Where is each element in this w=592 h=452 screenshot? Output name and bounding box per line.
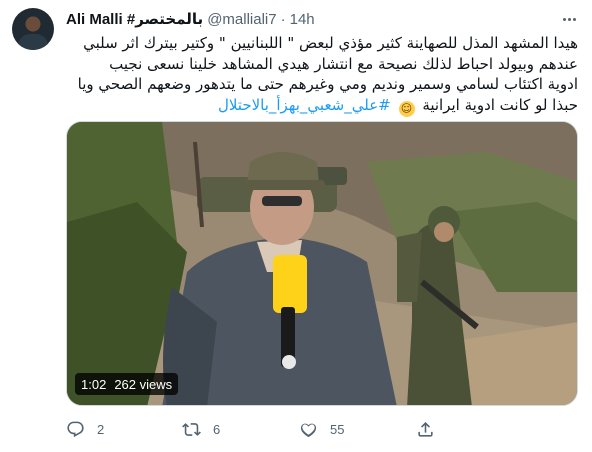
retweet-button[interactable]: 6 (182, 418, 220, 440)
tweet-actions: 2 6 55 (66, 418, 506, 440)
tweet-text-line: ادوية اكتئاب لسامي وسمير ونديم ومي وغيره… (77, 75, 578, 93)
retweet-count: 6 (213, 421, 221, 437)
reply-count: 2 (97, 421, 105, 437)
heart-icon (300, 423, 317, 437)
like-count: 55 (330, 421, 345, 437)
share-icon (418, 421, 433, 437)
retweet-icon (182, 422, 201, 436)
video-frame (67, 122, 577, 405)
share-button[interactable] (416, 418, 447, 440)
avatar-figure (18, 34, 48, 50)
author-handle[interactable]: @malliali7 (207, 11, 276, 28)
timestamp[interactable]: 14h (290, 11, 315, 28)
tweet-text: هيدا المشهد المذل للصهاينة كثير مؤذي لبع… (66, 33, 578, 117)
video-duration-badge: 1:02 262 views (75, 373, 179, 395)
tweet-header: Ali Malli #بالمختصر @malliali7 · 14h (66, 9, 580, 29)
reply-button[interactable]: 2 (66, 418, 104, 440)
tweet-text-tail: حبذا لو كانت ادوية ايرانية (422, 95, 578, 114)
tweet-text-line: هيدا المشهد المذل للصهاينة كثير مؤذي لبع… (83, 34, 578, 52)
reply-icon (67, 421, 84, 437)
avatar[interactable] (12, 8, 54, 50)
like-button[interactable]: 55 (299, 418, 344, 440)
hashtag-link[interactable]: #علي_شعبي_بهزأ_بالاحتلال (218, 96, 391, 114)
tweet-text-line-last: حبذا لو كانت ادوية ايرانية ☺ #علي_شعبي_ب… (66, 95, 578, 117)
video-player[interactable]: 1:02 262 views (66, 121, 578, 406)
video-views: 262 views (114, 376, 173, 392)
smiling-face-icon: ☺ (398, 100, 415, 117)
separator-dot: · (280, 10, 286, 28)
more-options-icon[interactable] (558, 9, 580, 29)
video-duration: 1:02 (81, 376, 107, 392)
tweet-text-line: عندهم وبيولد احباط لذلك نصيحة مع انتشار … (109, 54, 578, 73)
author-name[interactable]: Ali Malli #بالمختصر (66, 10, 203, 28)
